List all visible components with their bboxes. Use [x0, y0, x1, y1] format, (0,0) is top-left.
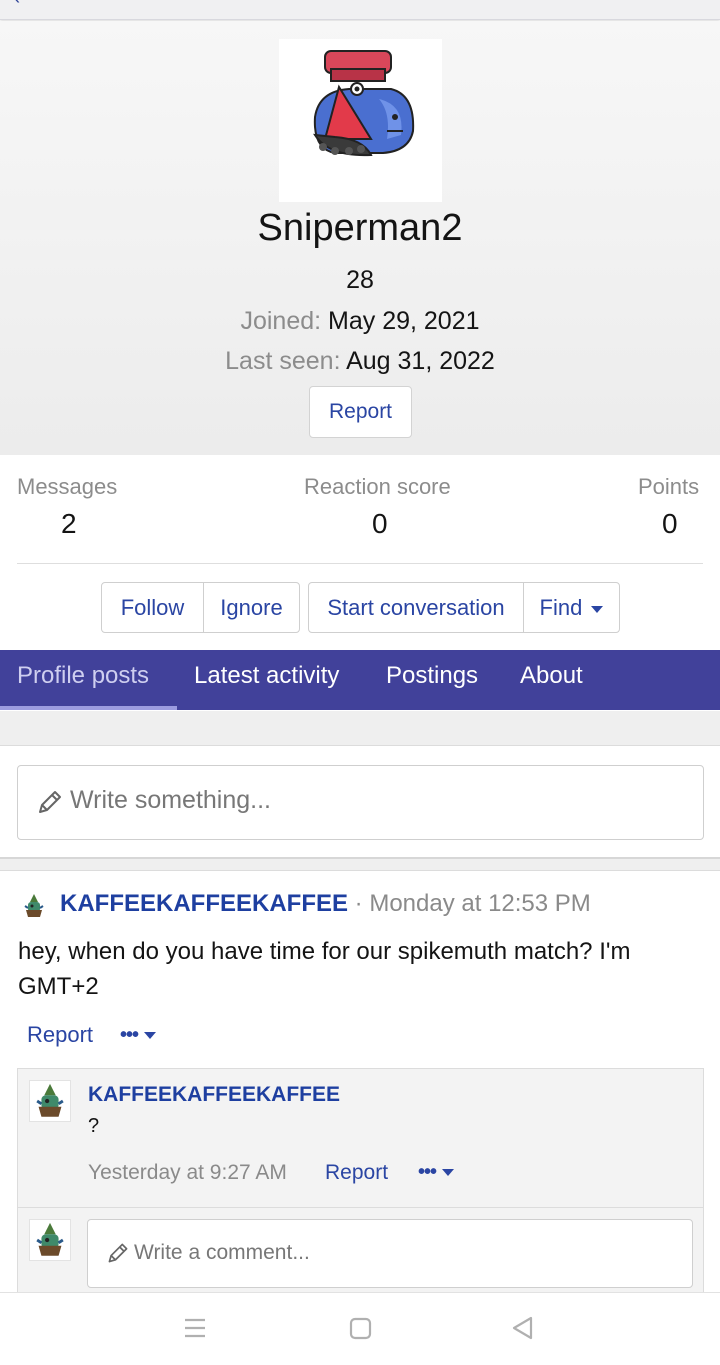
comment-timestamp[interactable]: Yesterday at 9:27 AM [88, 1161, 287, 1185]
stat-label-messages: Messages [17, 474, 118, 499]
comment-more-menu[interactable]: ••• [418, 1161, 455, 1184]
last-seen-label: Last seen: [225, 347, 341, 375]
stat-value-messages[interactable]: 2 [61, 508, 77, 540]
menu-icon[interactable] [182, 1315, 208, 1341]
find-label: Find [539, 595, 583, 620]
poster-avatar[interactable] [20, 892, 48, 920]
comment-author-link[interactable]: KAFFEEKAFFEEKAFFEE [88, 1083, 340, 1107]
last-seen-value: Aug 31, 2022 [346, 347, 495, 375]
post-timestamp[interactable]: Monday at 12:53 PM [369, 890, 590, 917]
more-dots-icon: ••• [120, 1024, 139, 1046]
comments-panel: KAFFEEKAFFEEKAFFEE ? Yesterday at 9:27 A… [17, 1068, 704, 1292]
follow-button[interactable]: Follow [102, 583, 203, 632]
post-separator: · [348, 890, 370, 917]
tab-profile-posts[interactable]: Profile posts [0, 650, 177, 710]
comment-text: ? [88, 1115, 100, 1137]
profile-post: KAFFEEKAFFEEKAFFEE · Monday at 12:53 PM … [0, 872, 720, 1292]
caret-down-icon [144, 1032, 157, 1040]
top-strip: ‹ ‑‑‑ [0, 0, 720, 20]
stats-divider [17, 563, 703, 564]
start-conversation-button[interactable]: Start conversation [309, 583, 523, 632]
stat-value-reaction-score[interactable]: 0 [372, 508, 388, 540]
profile-header: Sniperman2 28 Joined: May 29, 2021 Last … [0, 21, 720, 455]
conversation-find-group: Start conversation Find [308, 582, 620, 633]
write-comment-placeholder: Write a comment... [134, 1241, 310, 1264]
profile-age: 28 [346, 266, 374, 294]
back-triangle-icon[interactable] [510, 1315, 536, 1341]
back-icon[interactable]: ‹ ‑‑‑ [14, 0, 43, 9]
pencil-icon [108, 1243, 128, 1263]
home-icon[interactable] [348, 1315, 374, 1341]
section-spacer [0, 859, 720, 871]
tab-latest-activity[interactable]: Latest activity [194, 650, 339, 710]
write-comment-input[interactable]: Write a comment... [87, 1219, 693, 1288]
tab-postings[interactable]: Postings [386, 650, 478, 710]
profile-username: Sniperman2 [257, 207, 463, 249]
report-button[interactable]: Report [309, 386, 412, 438]
post-body: hey, when do you have time for our spike… [18, 938, 631, 1000]
caret-down-icon [442, 1169, 455, 1177]
stat-label-points: Points [638, 474, 700, 499]
comment-report-link[interactable]: Report [325, 1161, 388, 1185]
joined-value: May 29, 2021 [328, 307, 480, 335]
section-spacer [0, 711, 720, 746]
comment-divider [18, 1207, 704, 1208]
profile-joined: Joined: May 29, 2021 [0, 307, 720, 336]
more-dots-icon: ••• [418, 1161, 437, 1183]
follow-ignore-group: Follow Ignore [101, 582, 300, 633]
my-avatar-image [36, 1222, 64, 1256]
write-something-input[interactable]: Write something... [17, 765, 704, 840]
stat-label-reaction-score: Reaction score [304, 474, 451, 499]
composer-area: Write something... [0, 747, 720, 859]
pencil-icon [39, 791, 61, 813]
post-header: KAFFEEKAFFEEKAFFEE · Monday at 12:53 PM [60, 890, 591, 918]
post-more-menu[interactable]: ••• [120, 1024, 157, 1047]
caret-down-icon [591, 605, 604, 613]
joined-label: Joined: [240, 307, 322, 335]
ignore-button[interactable]: Ignore [204, 583, 299, 632]
find-button[interactable]: Find [524, 583, 619, 632]
profile-last-seen: Last seen: Aug 31, 2022 [0, 347, 720, 376]
stat-value-points[interactable]: 0 [662, 508, 678, 540]
tab-about[interactable]: About [520, 650, 583, 710]
write-something-placeholder: Write something... [70, 786, 272, 814]
post-report-link[interactable]: Report [27, 1022, 93, 1048]
profile-avatar [279, 39, 442, 202]
post-author-link[interactable]: KAFFEEKAFFEEKAFFEE [60, 890, 348, 917]
commenter-avatar[interactable] [29, 1080, 71, 1122]
my-avatar [29, 1219, 71, 1261]
system-nav-bar [0, 1292, 720, 1365]
profile-tabs: Profile posts Latest activity Postings A… [0, 650, 720, 710]
commenter-avatar-image [36, 1083, 64, 1117]
